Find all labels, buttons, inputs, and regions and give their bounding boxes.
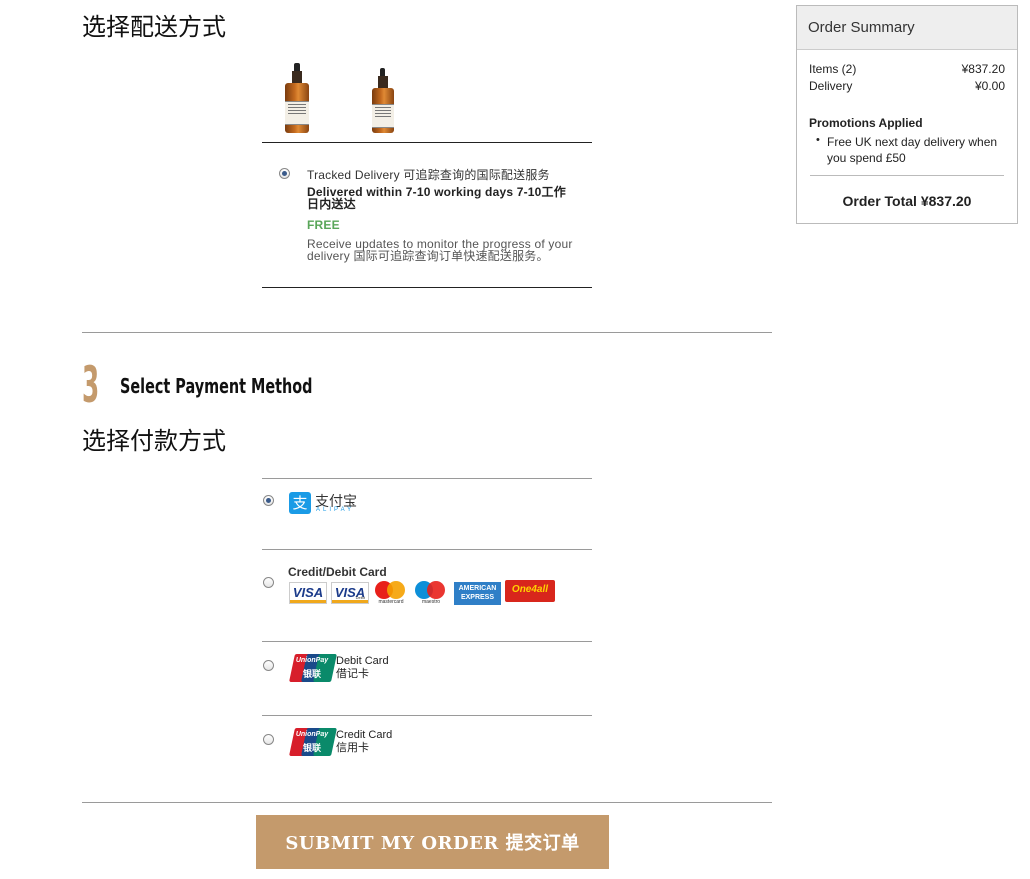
- mastercard-icon: mastercard: [374, 581, 408, 605]
- delivery-top-divider: [262, 142, 592, 143]
- payment-step-title: Select Payment Method: [120, 374, 313, 398]
- delivery-option-name: Tracked Delivery 可追踪查询的国际配送服务: [307, 168, 550, 182]
- visa-debit-icon: VISA Debit: [331, 582, 369, 604]
- promotion-item: Free UK next day delivery when you spend…: [827, 135, 998, 165]
- items-label: Items (2): [809, 62, 857, 76]
- delivery-timeframe: Delivered within 7-10 working days 7-10工…: [307, 185, 566, 211]
- step-number: 3: [82, 356, 100, 414]
- payment-top-divider: [262, 478, 592, 479]
- promotions-title: Promotions Applied: [809, 116, 923, 130]
- product-image-1: [283, 63, 311, 135]
- unionpay-debit-radio[interactable]: [263, 660, 274, 671]
- order-summary-title: Order Summary: [797, 6, 1017, 50]
- product-image-2: [370, 68, 396, 134]
- card-radio[interactable]: [263, 577, 274, 588]
- bottom-divider: [82, 802, 772, 803]
- delivery-value: ¥0.00: [974, 79, 1005, 93]
- one4all-icon: One4all: [505, 580, 555, 602]
- unionpay-debit-en: Debit Card: [336, 655, 389, 667]
- shipping-heading-cn: 选择配送方式: [82, 13, 226, 41]
- unionpay-debit-logo[interactable]: UnionPay 银联: [289, 654, 337, 682]
- unionpay-debit-cn: 借记卡: [336, 668, 369, 680]
- delivery-label: Delivery: [809, 79, 853, 93]
- unionpay-credit-logo[interactable]: UnionPay 银联: [289, 728, 337, 756]
- payment-divider-2: [262, 641, 592, 642]
- alipay-logo[interactable]: 支 支付宝 ALIPAY: [289, 491, 359, 517]
- alipay-radio[interactable]: [263, 495, 274, 506]
- payment-heading-cn: 选择付款方式: [82, 427, 226, 455]
- payment-divider-1: [262, 549, 592, 550]
- alipay-en: ALIPAY: [316, 507, 355, 513]
- delivery-price: FREE: [307, 218, 340, 232]
- section-divider: [82, 332, 772, 333]
- items-value: ¥837.20: [961, 62, 1005, 76]
- submit-order-button[interactable]: SUBMIT MY ORDER 提交订单: [256, 815, 609, 869]
- visa-icon: VISA: [289, 582, 327, 604]
- unionpay-credit-cn: 信用卡: [336, 742, 369, 754]
- delivery-bottom-divider: [262, 287, 592, 288]
- order-total: Order Total ¥837.20: [842, 193, 972, 209]
- payment-divider-3: [262, 715, 592, 716]
- tracked-delivery-radio[interactable]: [279, 168, 290, 179]
- summary-divider: [810, 175, 1004, 176]
- delivery-description: Receive updates to monitor the progress …: [307, 237, 573, 263]
- alipay-icon: 支: [289, 492, 311, 514]
- maestro-icon: maestro: [414, 581, 448, 605]
- amex-icon: AMERICAN EXPRESS: [454, 582, 501, 605]
- unionpay-credit-radio[interactable]: [263, 734, 274, 745]
- order-summary: Order Summary Items (2) ¥837.20 Delivery…: [796, 5, 1018, 224]
- unionpay-credit-label: Credit Card 信用卡: [336, 729, 392, 755]
- unionpay-debit-label: Debit Card 借记卡: [336, 655, 389, 681]
- card-label: Credit/Debit Card: [288, 565, 387, 579]
- promotion-bullet: •: [816, 134, 820, 146]
- unionpay-credit-en: Credit Card: [336, 729, 393, 741]
